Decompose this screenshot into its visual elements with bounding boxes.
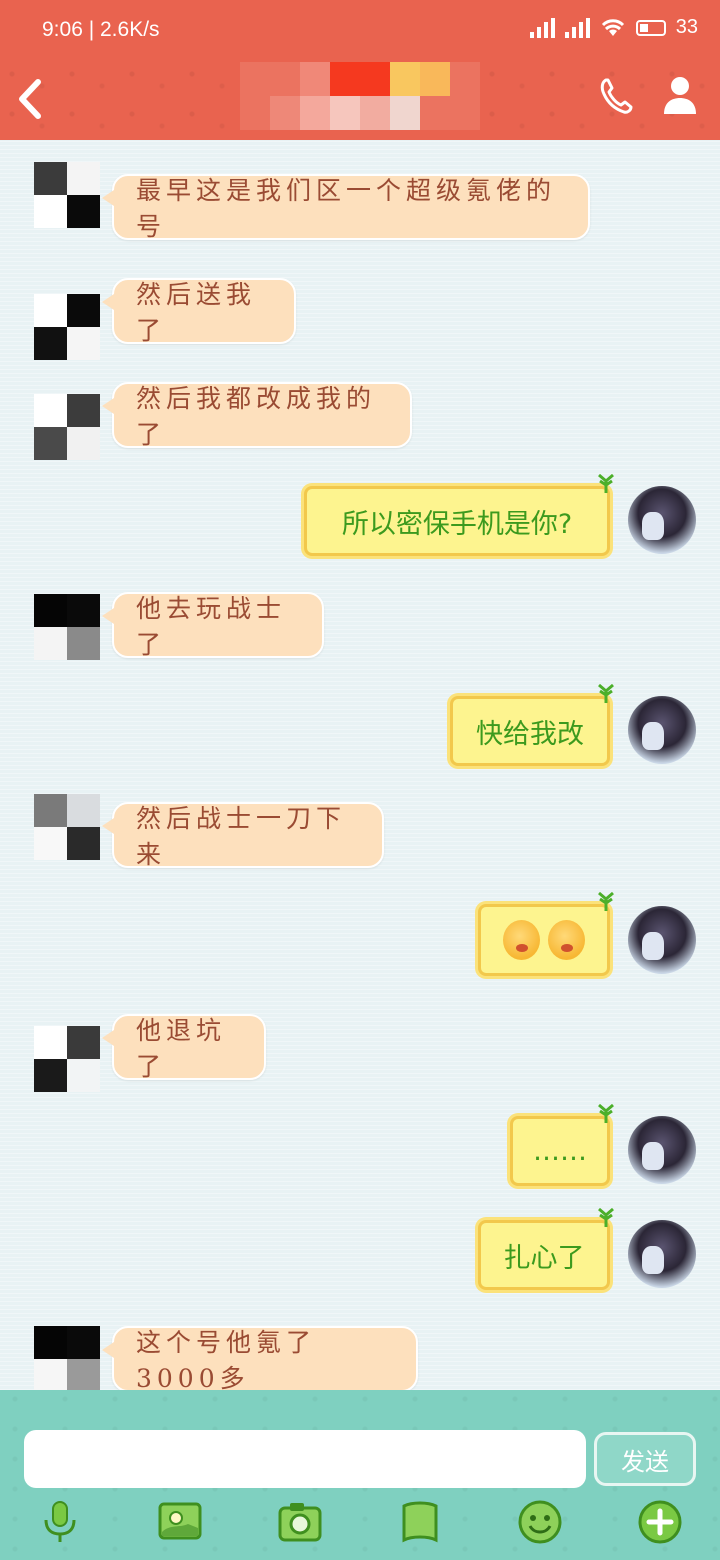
my-avatar[interactable] [628,696,696,764]
outgoing-message-bubble[interactable]: …… [510,1103,614,1186]
outgoing-message-bubble[interactable]: 扎心了 [478,1207,614,1290]
chevron-left-icon[interactable] [10,74,50,124]
leaf-icon [598,891,614,911]
smirk-emoji-icon [503,920,540,960]
clock: 9:06 [42,18,83,41]
composer-bar: 发送 [0,1390,720,1560]
leaf-icon [598,1103,614,1123]
message-text: 然后我都改成我的了 [136,384,377,449]
plus-icon[interactable] [636,1498,684,1546]
my-avatar[interactable] [628,1116,696,1184]
emoji-icon[interactable] [516,1498,564,1546]
wifi-icon [601,18,624,36]
my-avatar[interactable] [628,906,696,974]
message-text: 然后战士一刀下来 [136,804,347,869]
incoming-message-bubble[interactable]: 这个号他氪了3000多 [102,1326,418,1393]
message-text: 然后送我了 [136,280,257,345]
chat-messages[interactable]: 最早这是我们区一个超级氪佬的号 然后送我了 然后我都改成我的了 所以密保手机是你… [0,140,720,1393]
message-text: 他退坑了 [136,1016,227,1081]
message-text: 他去玩战士了 [136,594,287,659]
outgoing-message-bubble[interactable] [478,891,614,976]
status-icons: 33 [529,16,698,39]
leaf-icon [598,473,614,493]
message-text: 所以密保手机是你? [341,508,573,540]
image-icon[interactable] [156,1498,204,1546]
contact-avatar[interactable] [34,594,100,660]
incoming-message-bubble[interactable]: 他去玩战士了 [102,592,324,659]
status-bar: 9:06 | 2.6K/s 33 [0,0,720,58]
smirk-emoji-icon [548,920,585,960]
leaf-icon [598,1207,614,1227]
battery-icon [635,19,666,36]
chat-header [0,58,720,140]
message-text: 这个号他氪了3000多 [136,1328,317,1393]
person-icon[interactable] [660,74,700,116]
microphone-icon[interactable] [36,1498,84,1546]
outgoing-message-bubble[interactable]: 快给我改 [450,683,614,766]
message-text: 快给我改 [476,718,584,750]
leaf-icon [598,683,614,703]
contact-avatar[interactable] [34,1026,100,1092]
contact-avatar[interactable] [34,394,100,460]
my-avatar[interactable] [628,486,696,554]
signal-icon [529,17,555,38]
phone-icon[interactable] [598,76,634,116]
contact-avatar[interactable] [34,794,100,860]
send-button[interactable]: 发送 [594,1432,696,1486]
my-avatar[interactable] [628,1220,696,1288]
signal-icon [564,17,590,38]
battery-level: 33 [675,16,698,38]
outgoing-message-bubble[interactable]: 所以密保手机是你? [304,473,614,556]
file-icon[interactable] [396,1498,444,1546]
contact-avatar[interactable] [34,1326,100,1392]
message-text: 扎心了 [503,1242,585,1274]
message-text: 最早这是我们区一个超级氪佬的号 [136,176,557,241]
camera-icon[interactable] [276,1498,324,1546]
message-input[interactable] [24,1430,586,1488]
incoming-message-bubble[interactable]: 然后送我了 [102,278,296,345]
incoming-message-bubble[interactable]: 然后战士一刀下来 [102,802,384,869]
contact-avatar[interactable] [34,294,100,360]
pixelated-contact-title [240,62,480,136]
status-time: 9:06 | 2.6K/s [42,18,160,41]
network-speed: 2.6K/s [100,18,160,41]
contact-avatar[interactable] [34,162,100,228]
incoming-message-bubble[interactable]: 最早这是我们区一个超级氪佬的号 [102,174,590,241]
incoming-message-bubble[interactable]: 然后我都改成我的了 [102,382,412,449]
incoming-message-bubble[interactable]: 他退坑了 [102,1014,266,1081]
message-text: …… [533,1135,587,1167]
